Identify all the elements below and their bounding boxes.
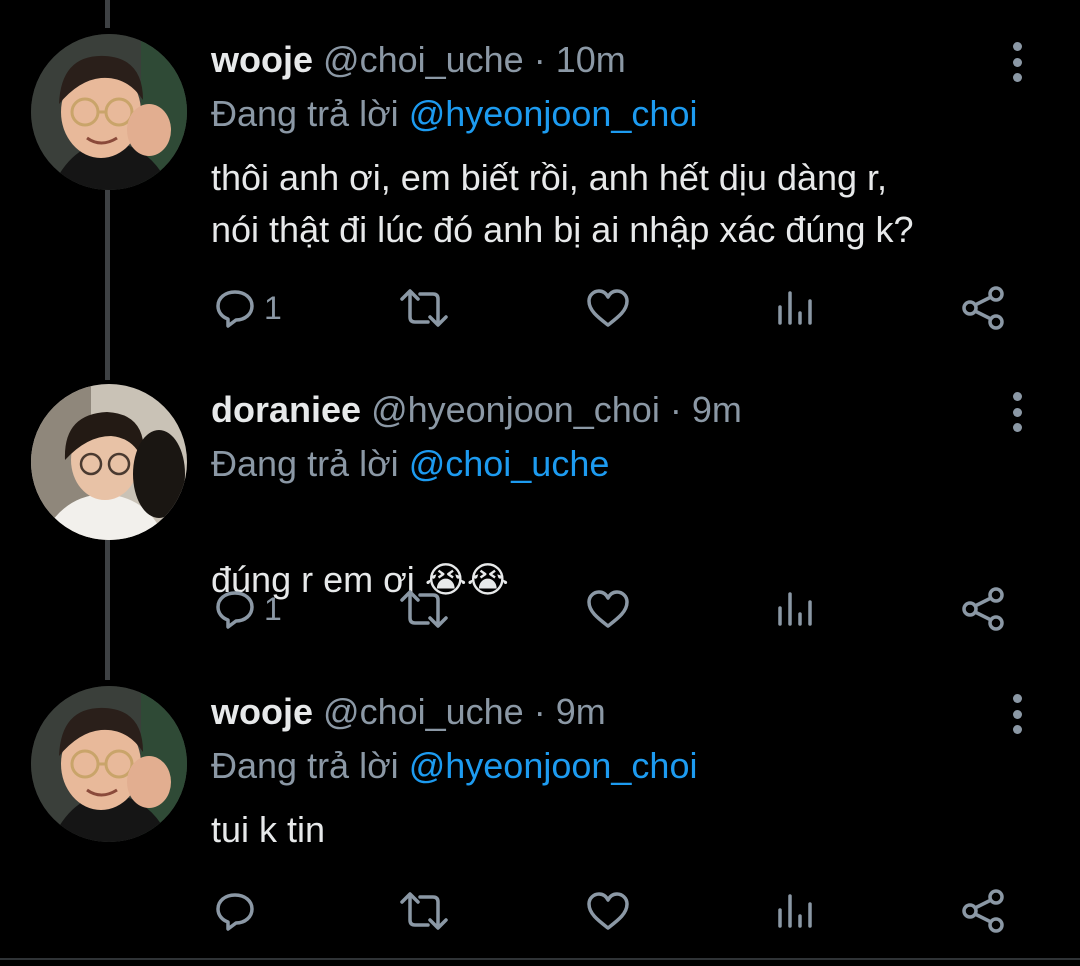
display-name[interactable]: wooje <box>211 691 313 732</box>
like-button[interactable] <box>585 886 631 936</box>
replying-to-handle[interactable]: @hyeonjoon_choi <box>409 93 698 134</box>
tweet-header: wooje @choi_uche · 10m <box>211 34 626 86</box>
retweet-icon <box>400 590 448 628</box>
tweet-header: doraniee @hyeonjoon_choi · 9m <box>211 384 742 436</box>
views-button[interactable] <box>776 283 816 333</box>
share-button[interactable] <box>960 584 1006 634</box>
views-icon <box>778 592 812 626</box>
reply-count: 1 <box>264 590 282 627</box>
retweet-button[interactable] <box>398 584 450 634</box>
replying-to-label: Đang trả lời <box>211 745 399 786</box>
replying-to: Đang trả lời @hyeonjoon_choi <box>211 741 697 791</box>
retweet-button[interactable] <box>398 886 450 936</box>
share-icon <box>962 587 1004 631</box>
reply-icon <box>216 290 254 328</box>
like-icon <box>587 892 629 930</box>
tweet-text: tui k tin <box>211 809 326 850</box>
retweet-icon <box>400 892 448 930</box>
timestamp[interactable]: 9m <box>692 389 742 430</box>
separator: · <box>533 691 546 732</box>
tweet-header: wooje @choi_uche · 9m <box>211 686 606 738</box>
replying-to: Đang trả lời @hyeonjoon_choi <box>211 89 697 139</box>
divider <box>0 958 1080 960</box>
like-icon <box>587 590 629 628</box>
avatar[interactable] <box>31 686 187 842</box>
like-icon <box>587 289 629 327</box>
replying-to-handle[interactable]: @choi_uche <box>409 443 610 484</box>
like-button[interactable] <box>585 283 631 333</box>
display-name[interactable]: wooje <box>211 39 313 80</box>
views-icon <box>778 894 812 928</box>
retweet-button[interactable] <box>398 283 450 333</box>
avatar[interactable] <box>31 34 187 190</box>
more-options-icon[interactable] <box>1005 392 1029 432</box>
tweet[interactable]: wooje @choi_uche · 9m Đang trả lời @hyeo… <box>0 686 1080 946</box>
action-bar: 1 <box>0 584 1080 634</box>
reply-button[interactable]: 1 <box>214 584 282 634</box>
timestamp[interactable]: 10m <box>556 39 626 80</box>
views-button[interactable] <box>776 584 816 634</box>
avatar[interactable] <box>31 384 187 540</box>
replying-to-label: Đang trả lời <box>211 443 399 484</box>
share-icon <box>962 286 1004 330</box>
share-icon <box>962 889 1004 933</box>
share-button[interactable] <box>960 886 1006 936</box>
timestamp[interactable]: 9m <box>556 691 606 732</box>
avatar-image <box>31 384 187 540</box>
action-bar: 1 <box>0 283 1080 333</box>
avatar-image <box>31 34 187 190</box>
more-options-icon[interactable] <box>1005 694 1029 734</box>
like-button[interactable] <box>585 584 631 634</box>
reply-button[interactable] <box>214 886 264 936</box>
replying-to: Đang trả lời @choi_uche <box>211 439 609 489</box>
reply-icon <box>216 893 254 931</box>
action-bar <box>0 886 1080 936</box>
more-options-icon[interactable] <box>1005 42 1029 82</box>
separator: · <box>533 39 546 80</box>
views-button[interactable] <box>776 886 816 936</box>
username[interactable]: @choi_uche <box>323 39 524 80</box>
tweet[interactable]: wooje @choi_uche · 10m Đang trả lời @hye… <box>0 34 1080 354</box>
avatar-image <box>31 686 187 842</box>
display-name[interactable]: doraniee <box>211 389 361 430</box>
retweet-icon <box>400 289 448 327</box>
reply-icon <box>216 591 254 629</box>
views-icon <box>778 291 812 325</box>
separator: · <box>669 389 682 430</box>
share-button[interactable] <box>960 283 1006 333</box>
tweet-text: thôi anh ơi, em biết rồi, anh hết dịu dà… <box>211 157 914 250</box>
tweet[interactable]: doraniee @hyeonjoon_choi · 9m Đang trả l… <box>0 384 1080 654</box>
username[interactable]: @hyeonjoon_choi <box>371 389 660 430</box>
reply-button[interactable]: 1 <box>214 283 282 333</box>
replying-to-handle[interactable]: @hyeonjoon_choi <box>409 745 698 786</box>
thread-line <box>105 0 110 28</box>
reply-count: 1 <box>264 289 282 326</box>
replying-to-label: Đang trả lời <box>211 93 399 134</box>
username[interactable]: @choi_uche <box>323 691 524 732</box>
